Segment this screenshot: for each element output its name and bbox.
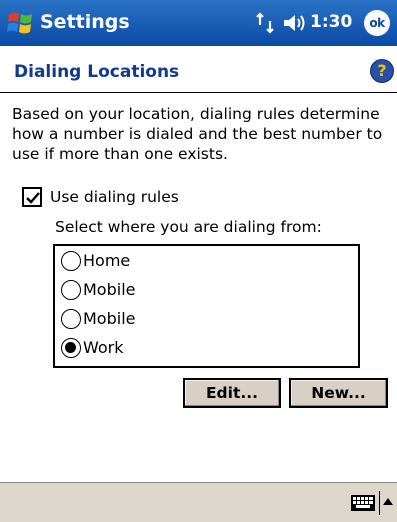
location-item-home[interactable]: Home	[61, 248, 341, 276]
radio-button[interactable]	[61, 309, 81, 329]
radio-button[interactable]	[61, 280, 81, 300]
app-title[interactable]: Settings	[40, 11, 130, 33]
use-dialing-rules-label[interactable]: Use dialing rules	[50, 187, 179, 207]
location-label: Mobile	[83, 280, 136, 299]
checkmark-icon	[26, 192, 40, 204]
location-select-label: Select where you are dialing from:	[55, 218, 322, 236]
use-dialing-rules-checkbox[interactable]	[22, 187, 42, 207]
location-item-mobile[interactable]: Mobile	[61, 277, 341, 305]
help-icon[interactable]: ?	[370, 59, 394, 83]
title-bar: Settings 1:30 ok	[0, 0, 397, 46]
edit-button[interactable]: Edit...	[183, 378, 281, 408]
volume-icon[interactable]	[282, 12, 308, 34]
description-text: Based on your location, dialing rules de…	[12, 105, 383, 163]
location-label: Mobile	[83, 309, 136, 328]
location-label: Work	[83, 338, 124, 357]
windows-flag-icon[interactable]	[6, 8, 36, 38]
radio-button-selected[interactable]	[61, 338, 81, 358]
location-label: Home	[83, 251, 131, 270]
clock[interactable]: 1:30	[310, 12, 352, 32]
menu-bar	[0, 482, 397, 522]
page-title: Dialing Locations	[14, 62, 180, 82]
connectivity-icon[interactable]	[254, 11, 278, 35]
title-divider	[0, 92, 397, 93]
location-item-work[interactable]: Work	[61, 335, 341, 363]
keyboard-icon[interactable]	[350, 492, 376, 514]
sip-divider	[379, 491, 380, 515]
radio-button[interactable]	[61, 251, 81, 271]
radio-dot	[65, 342, 76, 353]
up-arrow-icon[interactable]	[383, 497, 393, 505]
location-item-mobile-2[interactable]: Mobile	[61, 306, 341, 334]
ok-button[interactable]: ok	[364, 10, 390, 36]
new-button[interactable]: New...	[289, 378, 388, 408]
location-list[interactable]: Home Mobile Mobile Work	[53, 244, 360, 368]
